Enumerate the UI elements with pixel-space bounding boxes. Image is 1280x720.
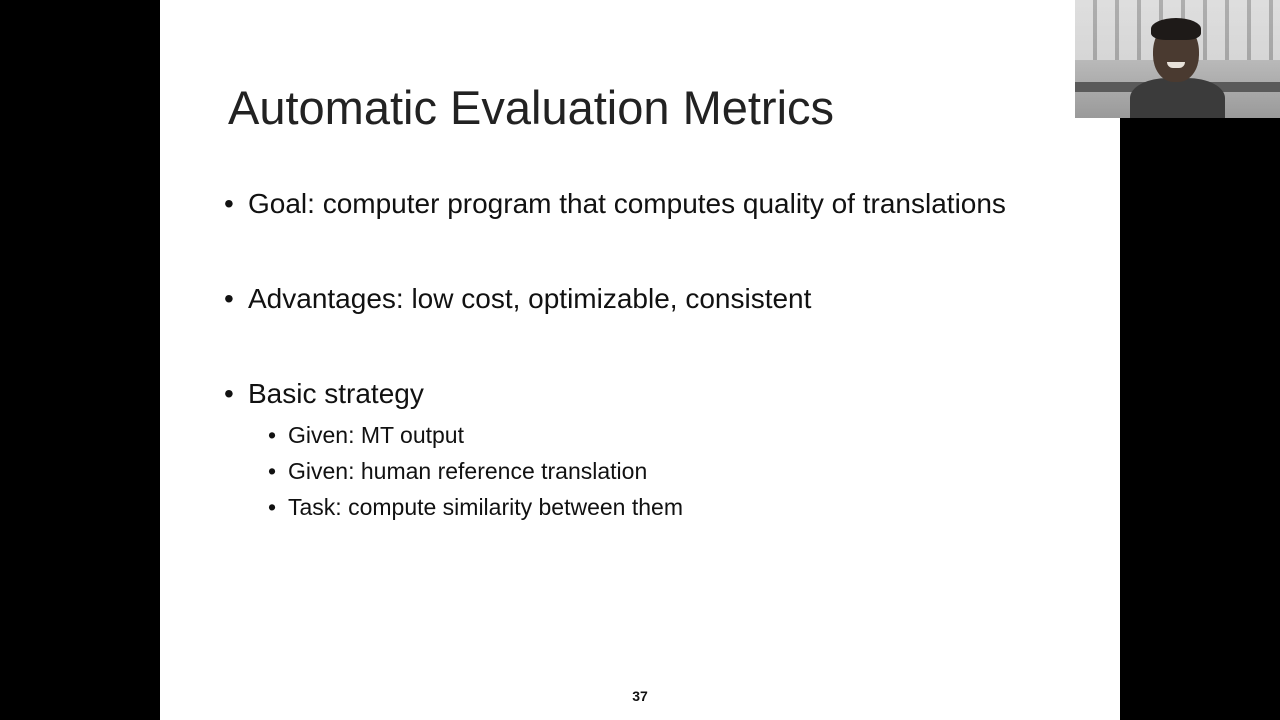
bullet-text: Advantages: low cost, optimizable, consi…	[248, 283, 812, 314]
bullet-advantages: • Advantages: low cost, optimizable, cons…	[224, 283, 811, 315]
bullet-basic-strategy: • Basic strategy	[224, 378, 424, 410]
subbullet-icon: •	[268, 494, 277, 520]
subbullet-task: • Task: compute similarity between them	[268, 494, 683, 521]
presenter-body	[1130, 78, 1225, 118]
bullet-goal: • Goal: computer program that computes qu…	[224, 188, 1006, 220]
webcam-feed	[1075, 0, 1280, 118]
subbullet-text: Given: human reference translation	[288, 458, 648, 484]
presentation-slide: Automatic Evaluation Metrics • Goal: comp…	[160, 0, 1120, 720]
subbullet-text: Task: compute similarity between them	[288, 494, 683, 520]
subbullet-mt-output: • Given: MT output	[268, 422, 464, 449]
presenter-hair	[1151, 18, 1201, 40]
slide-page-number: 37	[632, 688, 648, 704]
subbullet-text: Given: MT output	[288, 422, 464, 448]
bullet-icon: •	[224, 188, 234, 219]
subbullet-icon: •	[268, 422, 277, 448]
bullet-text: Basic strategy	[248, 378, 424, 409]
bullet-icon: •	[224, 283, 234, 314]
bullet-icon: •	[224, 378, 234, 409]
subbullet-icon: •	[268, 458, 277, 484]
subbullet-reference: • Given: human reference translation	[268, 458, 647, 485]
slide-title: Automatic Evaluation Metrics	[228, 81, 835, 134]
bullet-text: Goal: computer program that computes qua…	[248, 188, 1006, 219]
